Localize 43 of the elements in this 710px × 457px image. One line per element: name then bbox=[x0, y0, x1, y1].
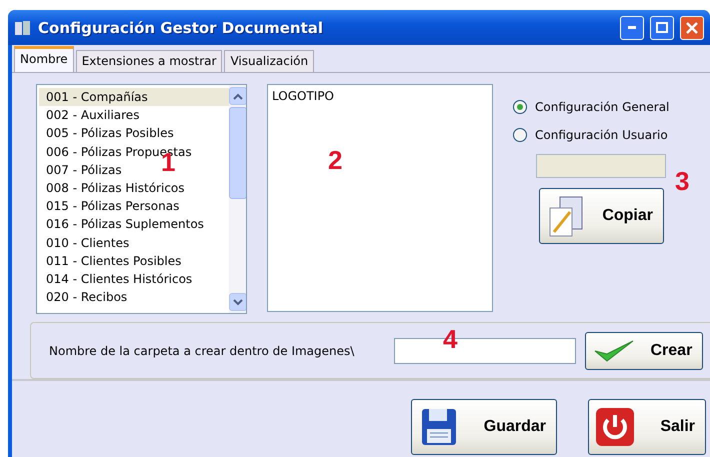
list-item[interactable]: 005 - Pólizas Posibles bbox=[39, 124, 178, 143]
tab[interactable]: Visualización bbox=[224, 50, 314, 72]
minimize-icon bbox=[628, 26, 636, 29]
tab[interactable]: Nombre bbox=[14, 46, 74, 72]
list-item[interactable]: 014 - Clientes Históricos bbox=[39, 270, 196, 288]
maximize-button[interactable] bbox=[650, 16, 674, 40]
radio-option[interactable]: Configuración Usuario bbox=[513, 128, 670, 142]
scroll-up-button[interactable] bbox=[228, 87, 246, 105]
radio-button[interactable] bbox=[513, 128, 527, 142]
save-button[interactable]: Guardar bbox=[411, 399, 557, 455]
create-button[interactable]: Crear bbox=[585, 332, 704, 370]
scroll-down-button[interactable] bbox=[228, 293, 246, 311]
list-item[interactable]: 010 - Clientes bbox=[39, 234, 134, 252]
copy-button[interactable]: Copiar bbox=[539, 188, 664, 244]
list-item[interactable]: 015 - Pólizas Personas bbox=[39, 197, 184, 216]
text-area[interactable]: LOGOTIPO 2 bbox=[267, 84, 493, 312]
scrollbar[interactable] bbox=[229, 85, 246, 313]
minimize-button[interactable] bbox=[620, 16, 644, 40]
close-button[interactable] bbox=[680, 16, 704, 40]
caret-icon bbox=[232, 298, 242, 306]
exit-button[interactable]: Salir bbox=[588, 399, 706, 455]
annotation-number: 4 bbox=[443, 324, 458, 355]
annotation-number: 3 bbox=[675, 166, 690, 197]
maximize-icon bbox=[656, 22, 668, 33]
list-item[interactable]: 008 - Pólizas Históricos bbox=[39, 178, 189, 198]
list-item[interactable]: 002 - Auxiliares bbox=[39, 106, 144, 124]
power-icon bbox=[595, 407, 635, 447]
window-title: Configuración Gestor Documental bbox=[38, 18, 324, 36]
list-item[interactable]: 007 - Pólizas bbox=[39, 160, 126, 179]
annotation-number: 2 bbox=[328, 145, 342, 176]
tab[interactable]: Extensiones a mostrar bbox=[76, 50, 222, 72]
list-item[interactable]: 011 - Clientes Posibles bbox=[39, 252, 186, 270]
list-item[interactable]: 016 - Pólizas Suplementos bbox=[39, 215, 208, 234]
list-item[interactable]: 020 - Recibos bbox=[39, 288, 132, 306]
list-item[interactable]: 001 - Compañías bbox=[39, 88, 229, 106]
close-icon bbox=[686, 22, 698, 34]
caret-icon bbox=[232, 92, 242, 100]
radio-button[interactable] bbox=[513, 100, 527, 114]
app-icon bbox=[14, 18, 32, 36]
folder-label: Nombre de la carpeta a crear dentro de Imagenes\ bbox=[49, 344, 354, 358]
text-value: LOGOTIPO bbox=[272, 89, 334, 103]
radio-label: Configuración Usuario bbox=[535, 128, 668, 142]
scroll-thumb[interactable] bbox=[228, 107, 246, 199]
